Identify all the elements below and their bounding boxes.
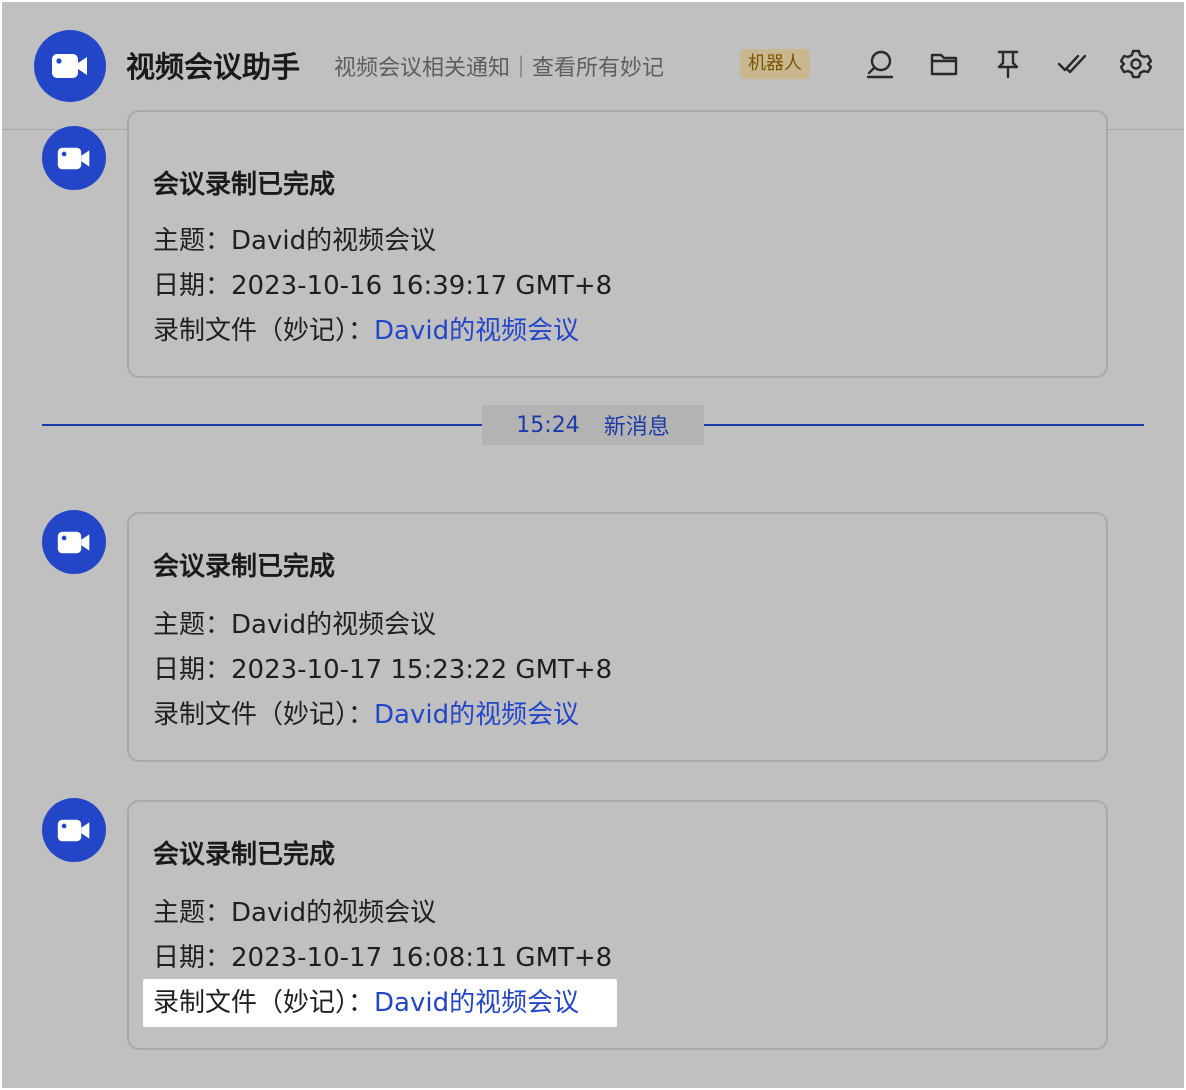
message-card: 会议录制已完成 主题：David的视频会议 日期：2023-10-17 15:2… bbox=[127, 512, 1108, 762]
file-label: 录制文件（妙记）： bbox=[153, 316, 375, 346]
video-camera-icon bbox=[57, 147, 90, 169]
message-card: 会议录制已完成 主题：David的视频会议 日期：2023-10-17 16:0… bbox=[127, 800, 1108, 1050]
date-label: 日期： bbox=[153, 271, 232, 301]
card-title: 会议录制已完成 bbox=[153, 840, 336, 870]
topic-label: 主题： bbox=[153, 898, 232, 928]
video-camera-icon bbox=[57, 819, 90, 841]
date-label: 日期： bbox=[153, 655, 232, 685]
card-title: 会议录制已完成 bbox=[153, 552, 336, 582]
settings-icon[interactable] bbox=[1118, 46, 1154, 82]
message-avatar[interactable] bbox=[42, 798, 106, 862]
date-value: 2023-10-17 15:23:22 GMT+8 bbox=[231, 655, 613, 685]
chat-description[interactable]: 视频会议相关通知｜查看所有妙记 bbox=[334, 50, 694, 82]
search-icon[interactable] bbox=[862, 46, 898, 82]
chat-title: 视频会议助手 bbox=[126, 50, 301, 84]
recording-link[interactable]: David的视频会议 bbox=[374, 988, 579, 1018]
video-camera-icon bbox=[57, 531, 90, 553]
bot-avatar[interactable] bbox=[34, 30, 106, 102]
topic-label: 主题： bbox=[153, 226, 232, 256]
mark-read-icon[interactable] bbox=[1054, 46, 1090, 82]
date-row: 日期：2023-10-16 16:39:17 GMT+8 bbox=[153, 267, 612, 305]
divider-time: 15:24 bbox=[516, 412, 580, 438]
date-value: 2023-10-17 16:08:11 GMT+8 bbox=[231, 943, 613, 973]
file-label: 录制文件（妙记）： bbox=[153, 988, 375, 1018]
date-value: 2023-10-16 16:39:17 GMT+8 bbox=[231, 271, 613, 301]
divider-label: 新消息 bbox=[603, 415, 670, 440]
card-title: 会议录制已完成 bbox=[153, 170, 336, 200]
file-row: 录制文件（妙记）：David的视频会议 bbox=[153, 984, 579, 1022]
divider-line-left bbox=[42, 424, 482, 426]
file-row: 录制文件（妙记）：David的视频会议 bbox=[153, 312, 579, 350]
date-row: 日期：2023-10-17 16:08:11 GMT+8 bbox=[153, 939, 612, 977]
file-label: 录制文件（妙记）： bbox=[153, 700, 375, 730]
chat-window: 视频会议助手 视频会议相关通知｜查看所有妙记 机器人 会议录制已完成 主题：Da… bbox=[2, 2, 1184, 1088]
message-avatar[interactable] bbox=[42, 510, 106, 574]
file-row: 录制文件（妙记）：David的视频会议 bbox=[153, 696, 579, 734]
date-row: 日期：2023-10-17 15:23:22 GMT+8 bbox=[153, 651, 612, 689]
topic-row: 主题：David的视频会议 bbox=[153, 222, 436, 260]
date-label: 日期： bbox=[153, 943, 232, 973]
topic-row: 主题：David的视频会议 bbox=[153, 894, 436, 932]
topic-label: 主题： bbox=[153, 610, 232, 640]
topic-value: David的视频会议 bbox=[231, 898, 437, 928]
recording-link[interactable]: David的视频会议 bbox=[374, 700, 579, 730]
recording-link[interactable]: David的视频会议 bbox=[374, 316, 579, 346]
folder-icon[interactable] bbox=[926, 46, 962, 82]
topic-row: 主题：David的视频会议 bbox=[153, 606, 436, 644]
divider-line-right bbox=[704, 424, 1144, 426]
new-message-divider: 15:24 新消息 bbox=[482, 405, 704, 445]
video-camera-icon bbox=[52, 54, 87, 78]
pin-icon[interactable] bbox=[990, 46, 1026, 82]
topic-value: David的视频会议 bbox=[231, 610, 437, 640]
message-avatar[interactable] bbox=[42, 126, 106, 190]
message-card: 会议录制已完成 主题：David的视频会议 日期：2023-10-16 16:3… bbox=[127, 110, 1108, 378]
topic-value: David的视频会议 bbox=[231, 226, 437, 256]
bot-badge: 机器人 bbox=[740, 49, 810, 79]
